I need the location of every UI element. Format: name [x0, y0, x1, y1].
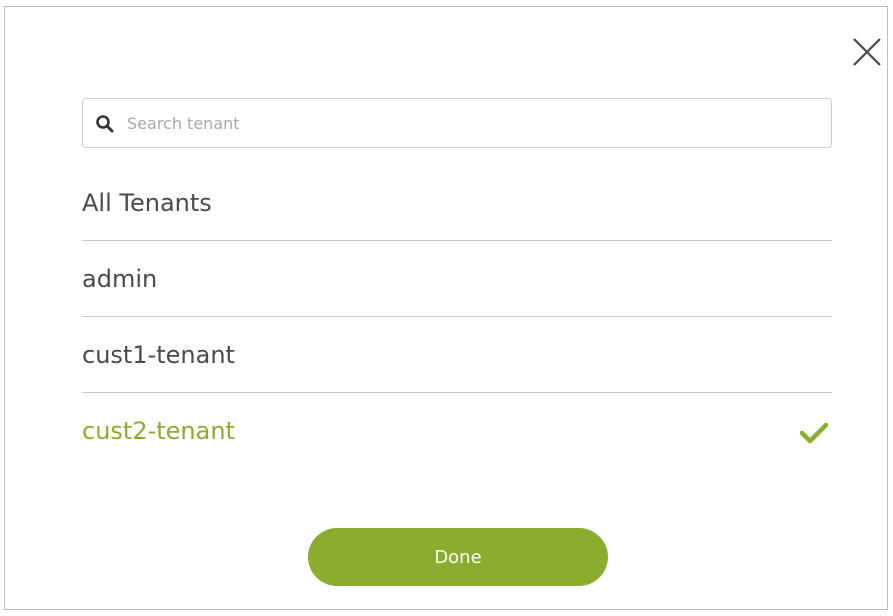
tenant-item-admin[interactable]: admin: [82, 241, 832, 317]
tenant-selector-dialog: All Tenants admin cust1-tenant cust2-ten…: [4, 6, 888, 610]
tenant-item-cust1-tenant[interactable]: cust1-tenant: [82, 317, 832, 393]
search-box: [82, 98, 832, 148]
tenant-label: cust2-tenant: [82, 417, 235, 445]
search-input[interactable]: [127, 99, 817, 147]
search-icon: [96, 115, 114, 133]
tenant-item-cust2-tenant[interactable]: cust2-tenant: [82, 393, 832, 469]
close-button[interactable]: [850, 35, 884, 69]
tenant-label: cust1-tenant: [82, 341, 235, 369]
checkmark-icon: [800, 422, 828, 444]
tenant-list: All Tenants admin cust1-tenant cust2-ten…: [82, 165, 832, 469]
tenant-label: All Tenants: [82, 189, 212, 217]
tenant-item-all-tenants[interactable]: All Tenants: [82, 165, 832, 241]
tenant-label: admin: [82, 265, 158, 293]
close-icon: [853, 38, 881, 66]
done-button[interactable]: Done: [308, 528, 608, 586]
